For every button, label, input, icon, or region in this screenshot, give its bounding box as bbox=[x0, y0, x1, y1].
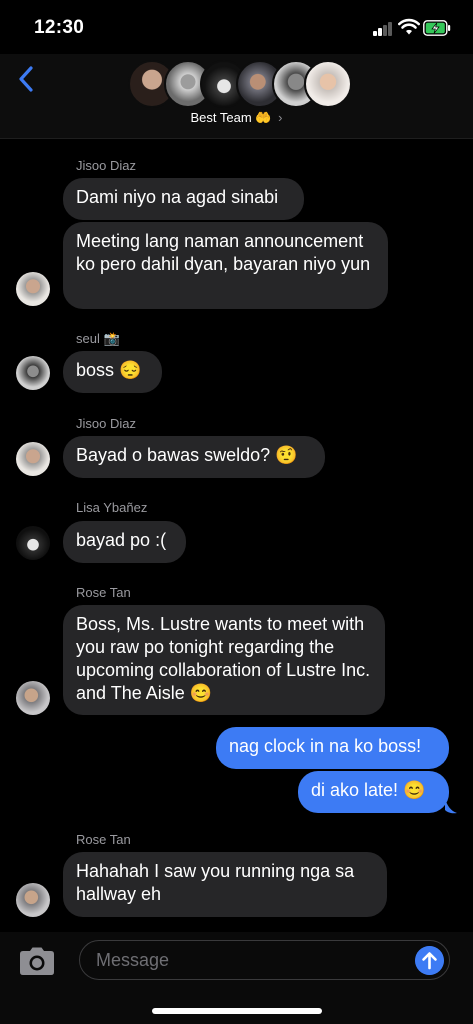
message-bubble[interactable]: Hahahah I saw you running nga sa hallway… bbox=[63, 852, 387, 917]
message-bubble-sent[interactable]: nag clock in na ko boss! bbox=[216, 727, 449, 769]
sender-name: Rose Tan bbox=[76, 832, 131, 847]
avatar bbox=[16, 526, 50, 560]
sender-name: Lisa Ybañez bbox=[76, 500, 148, 515]
arrow-up-icon[interactable] bbox=[415, 946, 444, 975]
group-name-text: Best Team bbox=[190, 110, 252, 125]
avatar bbox=[16, 356, 50, 390]
avatar bbox=[304, 60, 352, 108]
message-bubble[interactable]: Dami niyo na agad sinabi bbox=[63, 178, 304, 220]
sender-name: Jisoo Diaz bbox=[76, 158, 136, 173]
camera-icon[interactable] bbox=[19, 946, 55, 976]
group-emoji: 🤲 bbox=[255, 110, 272, 125]
message-list[interactable]: Jisoo Diaz Dami niyo na agad sinabi Meet… bbox=[0, 140, 473, 930]
avatar bbox=[16, 883, 50, 917]
wifi-icon bbox=[398, 18, 420, 35]
status-time: 12:30 bbox=[34, 17, 85, 38]
message-bubble[interactable]: Bayad o bawas sweldo? 🤨 bbox=[63, 436, 325, 478]
message-bubble[interactable]: Meeting lang naman announcement ko pero … bbox=[63, 222, 388, 309]
conversation-header: Best Team 🤲 › bbox=[0, 54, 473, 139]
message-bubble[interactable]: boss 😔 bbox=[63, 351, 162, 393]
sender-name: seul 📸 bbox=[76, 331, 120, 346]
sender-name: Jisoo Diaz bbox=[76, 416, 136, 431]
message-bubble[interactable]: bayad po :( bbox=[63, 521, 186, 563]
cellular-signal-icon bbox=[373, 22, 393, 36]
chevron-left-icon[interactable] bbox=[14, 64, 40, 94]
battery-charging-icon bbox=[423, 20, 451, 36]
sender-name: Rose Tan bbox=[76, 585, 131, 600]
home-indicator[interactable] bbox=[152, 1008, 322, 1014]
message-bubble-sent[interactable]: di ako late! 😊 bbox=[298, 771, 449, 813]
message-bubble[interactable]: Boss, Ms. Lustre wants to meet with you … bbox=[63, 605, 385, 715]
group-name[interactable]: Best Team 🤲 › bbox=[0, 110, 473, 126]
message-input[interactable]: Message bbox=[79, 940, 450, 980]
status-bar: 12:30 bbox=[0, 0, 473, 54]
message-placeholder: Message bbox=[96, 950, 170, 970]
bubble-tail bbox=[445, 798, 457, 814]
chevron-right-icon: › bbox=[278, 110, 283, 125]
group-avatars[interactable] bbox=[128, 60, 352, 108]
avatar bbox=[16, 442, 50, 476]
avatar bbox=[16, 681, 50, 715]
avatar bbox=[16, 272, 50, 306]
